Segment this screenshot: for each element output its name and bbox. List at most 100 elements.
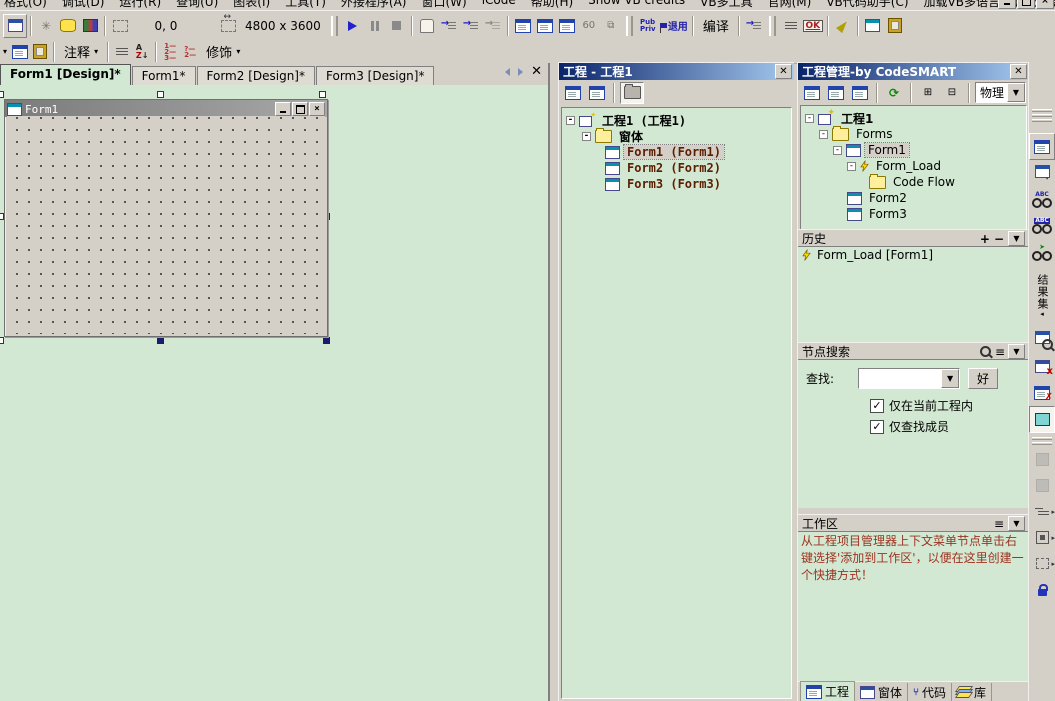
break-button[interactable] (416, 15, 438, 37)
find-button[interactable]: ABC (1030, 187, 1054, 212)
paste-code-button[interactable] (30, 42, 50, 62)
project-explorer-close-icon[interactable]: ✕ (775, 64, 792, 79)
search-list-icon[interactable]: ≡ (995, 345, 1004, 359)
view-code-button[interactable] (562, 83, 584, 103)
menu-item-addins[interactable]: 外接程序(A) (341, 0, 407, 10)
tree-item-form1[interactable]: - Form1 (801, 142, 1026, 158)
grid-view-button[interactable] (1029, 406, 1055, 433)
collapse-icon[interactable]: - (582, 132, 591, 141)
form-wizard-button[interactable]: ✦ (1030, 161, 1054, 186)
menu-item-query[interactable]: 查询(U) (176, 0, 218, 10)
collapse-icon[interactable]: - (833, 146, 842, 155)
tree-item-project[interactable]: - 工程1 (工程1) (562, 112, 791, 128)
tab-forms[interactable]: 窗体 (855, 683, 908, 701)
lock-controls-button[interactable] (1030, 577, 1054, 602)
numbered-list-button[interactable]: 1—2—3— (160, 42, 180, 62)
watch-window-button[interactable] (556, 15, 578, 37)
chevron-down-icon[interactable]: ▼ (941, 369, 959, 388)
sync-tree-button[interactable] (849, 83, 871, 103)
pause-button[interactable] (364, 15, 386, 37)
paste-form-button[interactable] (884, 15, 906, 37)
tree-item-forms[interactable]: - Forms (801, 126, 1026, 142)
align-button[interactable] (112, 42, 132, 62)
tree-item-form-load[interactable]: - Form_Load (801, 158, 1026, 174)
project-explorer-title-bar[interactable]: 工程 - 工程1 ✕ (559, 63, 794, 80)
chevron-down-icon[interactable]: ▼ (1007, 83, 1025, 102)
step-out-button[interactable] (482, 15, 504, 37)
decorate-dropdown-button[interactable]: 修饰 ▾ (200, 42, 246, 62)
add-form-button[interactable] (3, 14, 27, 38)
history-add-icon[interactable]: + (980, 232, 990, 246)
resize-handle-bottom-center[interactable] (157, 337, 164, 344)
tree-item-code-flow[interactable]: Code Flow (801, 174, 1026, 190)
search-icon[interactable] (980, 346, 991, 357)
menu-item-tools[interactable]: 工具(T) (285, 0, 326, 10)
collapse-icon[interactable]: - (566, 116, 575, 125)
toolbar-overflow-button[interactable]: ▾ (0, 42, 10, 62)
comment-dropdown-button[interactable]: 注释 ▾ (58, 42, 104, 62)
form-title-bar[interactable]: Form1 × (5, 100, 327, 117)
compile-button[interactable]: 编译 (697, 15, 735, 37)
tree-item-form2[interactable]: Form2 (801, 190, 1026, 206)
immediate-window-button[interactable] (534, 15, 556, 37)
code-review-button[interactable] (1030, 328, 1054, 353)
tab-scroll-left-icon[interactable] (505, 68, 510, 76)
history-remove-icon[interactable]: − (994, 232, 1004, 246)
shape-tool-button-1[interactable] (1030, 447, 1054, 472)
list-view-button[interactable] (801, 83, 823, 103)
center-control-button[interactable]: ▸ (1030, 525, 1054, 550)
tab-form1-code[interactable]: Form1* (132, 66, 196, 85)
menu-item-diagram[interactable]: 图表(I) (233, 0, 270, 10)
tab-close-icon[interactable]: ✕ (531, 66, 542, 78)
close-button[interactable]: × (1036, 0, 1054, 9)
sort-az-button[interactable]: AZ↓ (132, 42, 152, 62)
call-stack-button[interactable]: ⧉ (600, 15, 622, 37)
menu-item-window[interactable]: 窗口(W) (421, 0, 466, 10)
replace-button[interactable]: ABC (1030, 213, 1054, 238)
resize-handle-bottom-right[interactable] (323, 337, 330, 344)
menu-item-vb-code-assistant[interactable]: VB代码助手(C) (826, 0, 908, 10)
hierarchy-button[interactable]: ▸ (1030, 499, 1054, 524)
tab-library[interactable]: 库 (952, 683, 992, 701)
menu-item-format[interactable]: 格式(O) (4, 0, 47, 10)
form-minimize-button[interactable] (275, 102, 291, 116)
pub-priv-button[interactable]: PubPriv (637, 15, 659, 37)
shape-tool-button-2[interactable] (1030, 473, 1054, 498)
stop-button[interactable] (386, 15, 408, 37)
menu-item-debug[interactable]: 调试(D) (62, 0, 105, 10)
codesmart-close-icon[interactable]: ✕ (1010, 64, 1027, 79)
find-in-files-button[interactable]: ➤ (1030, 239, 1054, 264)
workspace-list-icon[interactable]: ≡ (994, 517, 1004, 531)
step-over-button[interactable] (460, 15, 482, 37)
checkbox-icon[interactable]: ✓ (870, 399, 884, 413)
tree-item-form3[interactable]: Form3 (801, 206, 1026, 222)
collapse-icon[interactable]: - (819, 130, 828, 139)
sort-list-button[interactable] (780, 15, 802, 37)
tree-item-form3[interactable]: Form3 (Form3) (562, 176, 791, 192)
tab-form3-design[interactable]: Form3 [Design]* (316, 66, 434, 85)
form-design-grid[interactable] (7, 116, 325, 334)
expand-all-button[interactable]: ⊞ (917, 83, 939, 103)
spacing-button[interactable]: ▸ (1030, 551, 1054, 576)
edit-form-button[interactable] (832, 15, 854, 37)
tree-item-form1[interactable]: Form1 (Form1) (562, 144, 791, 160)
project-manager-button[interactable] (1029, 133, 1055, 160)
workspace-menu-icon[interactable]: ▼ (1008, 516, 1025, 531)
wizard-button[interactable]: ✳ (35, 15, 57, 37)
detail-view-button[interactable] (825, 83, 847, 103)
form-designer-window[interactable]: Form1 × (4, 99, 328, 337)
tree-item-project[interactable]: - 工程1 (801, 110, 1026, 126)
tree-item-form2[interactable]: Form2 (Form2) (562, 160, 791, 176)
checkbox-members-only[interactable]: ✓ 仅查找成员 (870, 418, 1029, 435)
tab-code[interactable]: ⑂ 代码 (908, 683, 952, 701)
tab-scroll-right-icon[interactable] (518, 68, 523, 76)
maximize-button[interactable] (1017, 0, 1035, 9)
search-menu-icon[interactable]: ▼ (1008, 344, 1025, 359)
menu-item-icode[interactable]: iCode (482, 0, 516, 10)
collapse-icon[interactable]: - (805, 114, 814, 123)
toggle-folders-button[interactable] (620, 82, 644, 104)
menu-item-help[interactable]: 帮助(H) (531, 0, 573, 10)
find-ok-button[interactable]: 好 (968, 368, 998, 389)
renumber-button[interactable]: ?—2— (180, 42, 200, 62)
quick-watch-button[interactable]: 60 (578, 15, 600, 37)
